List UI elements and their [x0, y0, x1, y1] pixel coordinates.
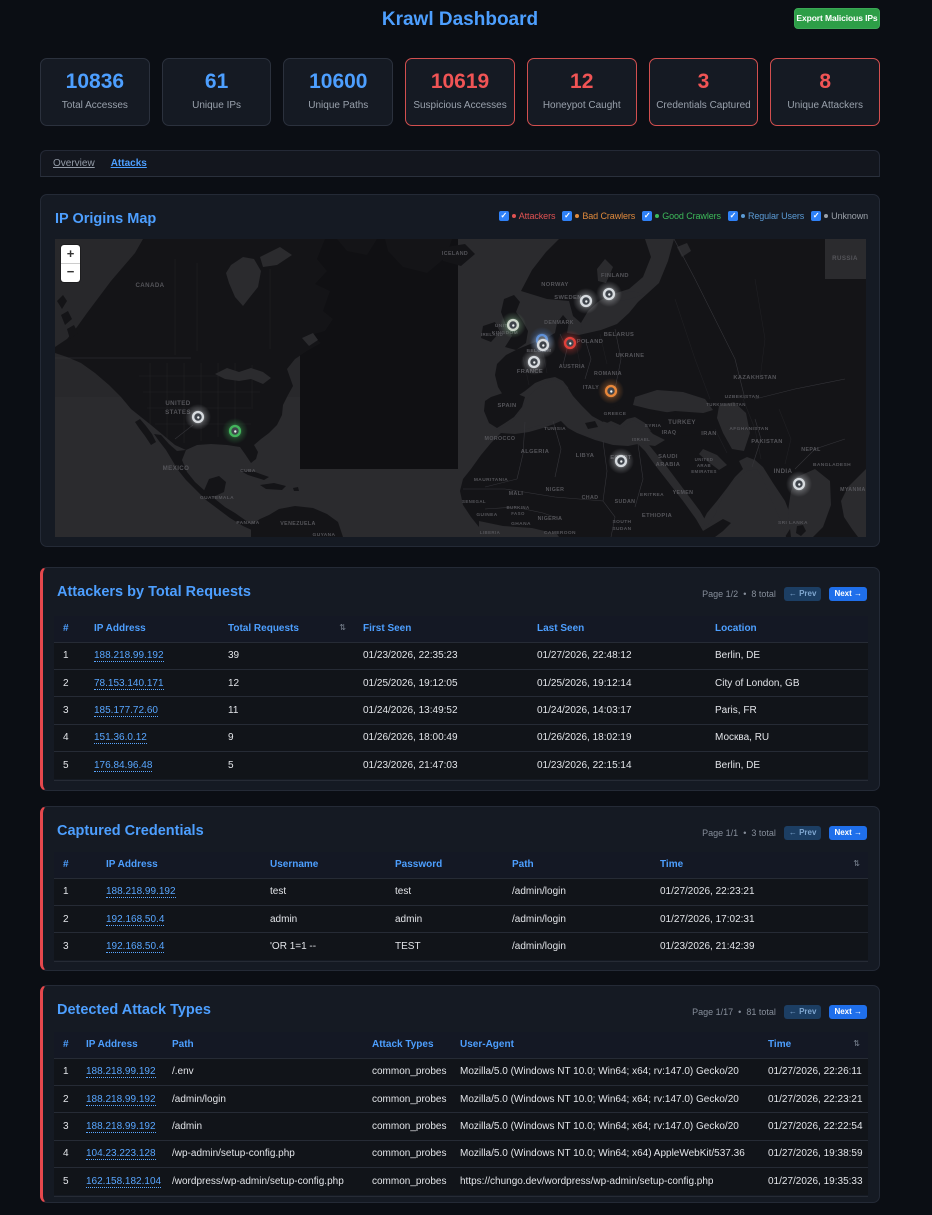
svg-text:ARAB: ARAB [697, 463, 711, 468]
svg-text:ISRAEL: ISRAEL [632, 437, 651, 442]
svg-text:IRELAND: IRELAND [481, 332, 503, 337]
svg-text:ERITREA: ERITREA [640, 492, 664, 498]
svg-text:BANGLADESH: BANGLADESH [813, 462, 851, 468]
svg-text:UNITED: UNITED [695, 457, 714, 462]
svg-text:TURKEY: TURKEY [668, 419, 696, 426]
svg-text:MALI: MALI [509, 491, 524, 497]
svg-text:PAKISTAN: PAKISTAN [751, 439, 783, 445]
svg-text:CAMEROON: CAMEROON [544, 530, 576, 536]
svg-text:INDIA: INDIA [774, 468, 793, 475]
svg-text:ARABIA: ARABIA [656, 462, 681, 468]
svg-text:CUBA: CUBA [240, 468, 256, 474]
svg-text:RUSSIA: RUSSIA [832, 255, 858, 262]
svg-text:LIBYA: LIBYA [576, 453, 595, 459]
svg-text:CHAD: CHAD [582, 495, 599, 501]
svg-text:YEMEN: YEMEN [673, 490, 694, 496]
svg-text:FINLAND: FINLAND [601, 273, 629, 279]
svg-text:SENEGAL: SENEGAL [462, 499, 486, 504]
svg-text:PANAMA: PANAMA [236, 520, 259, 526]
svg-text:ITALY: ITALY [583, 385, 599, 391]
svg-text:BELARUS: BELARUS [604, 332, 634, 338]
svg-text:MYANMAR: MYANMAR [840, 487, 866, 493]
svg-text:MOROCCO: MOROCCO [485, 436, 516, 442]
svg-text:GUATEMALA: GUATEMALA [200, 495, 234, 501]
svg-text:GUYANA: GUYANA [313, 532, 336, 537]
svg-text:MEXICO: MEXICO [163, 465, 190, 472]
svg-text:SUDAN: SUDAN [612, 526, 631, 532]
svg-text:ALGERIA: ALGERIA [521, 449, 550, 455]
svg-text:KAZAKHSTAN: KAZAKHSTAN [733, 375, 776, 381]
svg-text:SOUTH: SOUTH [613, 519, 632, 525]
svg-text:IRAQ: IRAQ [662, 430, 677, 436]
svg-text:VENEZUELA: VENEZUELA [280, 521, 316, 527]
svg-text:IRAN: IRAN [701, 431, 717, 437]
svg-text:UZBEKISTAN: UZBEKISTAN [725, 394, 760, 400]
svg-text:ROMANIA: ROMANIA [594, 371, 622, 377]
svg-text:UKRAINE: UKRAINE [616, 353, 645, 359]
svg-text:LIBERIA: LIBERIA [480, 530, 501, 535]
svg-text:MAURITANIA: MAURITANIA [474, 477, 508, 483]
svg-text:NORWAY: NORWAY [541, 282, 569, 288]
svg-text:SYRIA: SYRIA [645, 423, 662, 429]
svg-text:FASO: FASO [511, 511, 525, 516]
svg-text:GUINEA: GUINEA [476, 512, 497, 518]
svg-text:UNITED: UNITED [165, 400, 190, 407]
svg-text:TURKMENISTAN: TURKMENISTAN [706, 402, 746, 407]
svg-text:GREECE: GREECE [604, 411, 627, 417]
svg-text:NIGER: NIGER [546, 487, 565, 493]
svg-text:GHANA: GHANA [511, 521, 531, 527]
svg-text:ICELAND: ICELAND [442, 251, 468, 257]
svg-text:SAUDI: SAUDI [658, 454, 678, 460]
svg-text:DENMARK: DENMARK [544, 320, 574, 326]
svg-text:NEPAL: NEPAL [801, 447, 821, 453]
svg-text:NIGERIA: NIGERIA [538, 516, 563, 522]
svg-text:AUSTRIA: AUSTRIA [559, 364, 585, 370]
svg-text:AFGHANISTAN: AFGHANISTAN [729, 426, 768, 432]
svg-text:BURKINA: BURKINA [506, 505, 529, 510]
svg-text:ETHIOPIA: ETHIOPIA [642, 513, 672, 519]
svg-text:TUNISIA: TUNISIA [544, 426, 566, 432]
svg-text:SPAIN: SPAIN [497, 403, 516, 409]
svg-text:EMIRATES: EMIRATES [691, 469, 717, 474]
svg-text:CANADA: CANADA [135, 282, 164, 289]
svg-text:SRI LANKA: SRI LANKA [778, 520, 808, 526]
svg-text:SUDAN: SUDAN [615, 499, 636, 505]
